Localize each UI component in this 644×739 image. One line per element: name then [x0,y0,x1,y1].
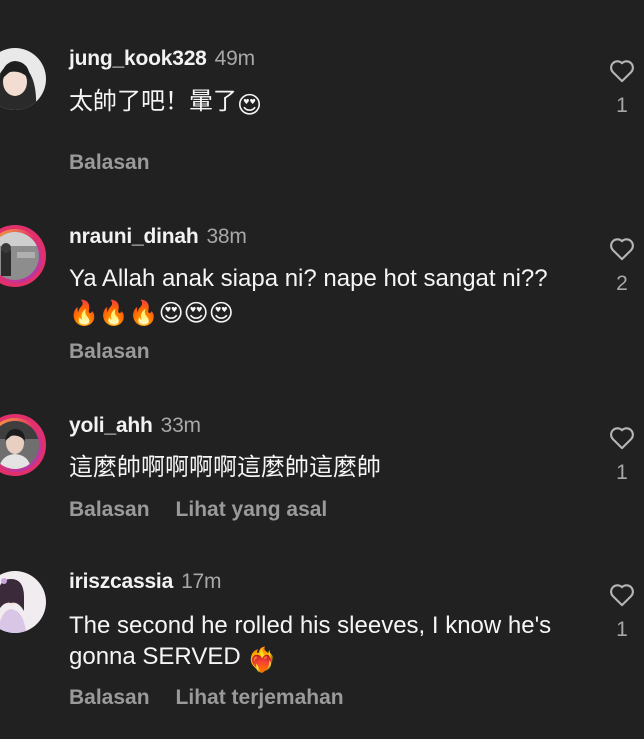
comment-time: 33m [160,414,201,437]
comment-text: 這麼帥啊啊啊啊這麼帥這麼帥 [69,454,381,481]
like-count: 1 [616,94,628,117]
comment-actions: Balasan [69,151,176,175]
comment-username[interactable]: nrauni_dinah 38m [69,225,247,249]
heart-outline-icon[interactable] [608,235,636,261]
comment-username[interactable]: iriszcassia 17m [69,570,222,594]
like-count: 1 [616,618,628,641]
comment-username[interactable]: yoli_ahh 33m [69,414,201,438]
heart-outline-icon[interactable] [608,57,636,83]
comment-actions: Balasan Lihat terjemahan [69,686,370,710]
comment-text: The second he rolled his sleeves, I know… [69,612,552,674]
reply-button[interactable]: Balasan [69,340,150,363]
heart-outline-icon[interactable] [608,424,636,450]
like-count: 1 [616,461,628,484]
reply-button[interactable]: Balasan [69,686,150,709]
comment-time: 17m [181,570,222,593]
comment-actions: Balasan Lihat yang asal [69,498,353,522]
like-count: 2 [616,272,628,295]
see-translation-button[interactable]: Lihat terjemahan [176,686,344,709]
see-original-button[interactable]: Lihat yang asal [176,498,328,521]
avatar[interactable] [0,48,46,110]
emoji: 🔥🔥🔥😍😍😍 [69,300,234,327]
avatar-image [0,232,39,280]
emoji: 😍 [237,92,263,119]
comment-actions: Balasan [69,340,176,364]
avatar[interactable] [0,414,46,476]
reply-button[interactable]: Balasan [69,151,150,174]
avatar[interactable] [0,571,46,633]
comment-username[interactable]: jung_kook328 49m [69,47,255,71]
avatar-image [0,421,39,469]
comment-text: 太帥了吧！暈了😍 [69,88,263,119]
heart-outline-icon[interactable] [608,581,636,607]
comment-time: 38m [206,225,247,248]
comment-time: 49m [214,47,255,70]
avatar[interactable] [0,225,46,287]
reply-button[interactable]: Balasan [69,498,150,521]
comment-text: Ya Allah anak siapa ni? nape hot sangat … [69,265,548,327]
emoji: ❤️‍🔥 [247,647,278,674]
